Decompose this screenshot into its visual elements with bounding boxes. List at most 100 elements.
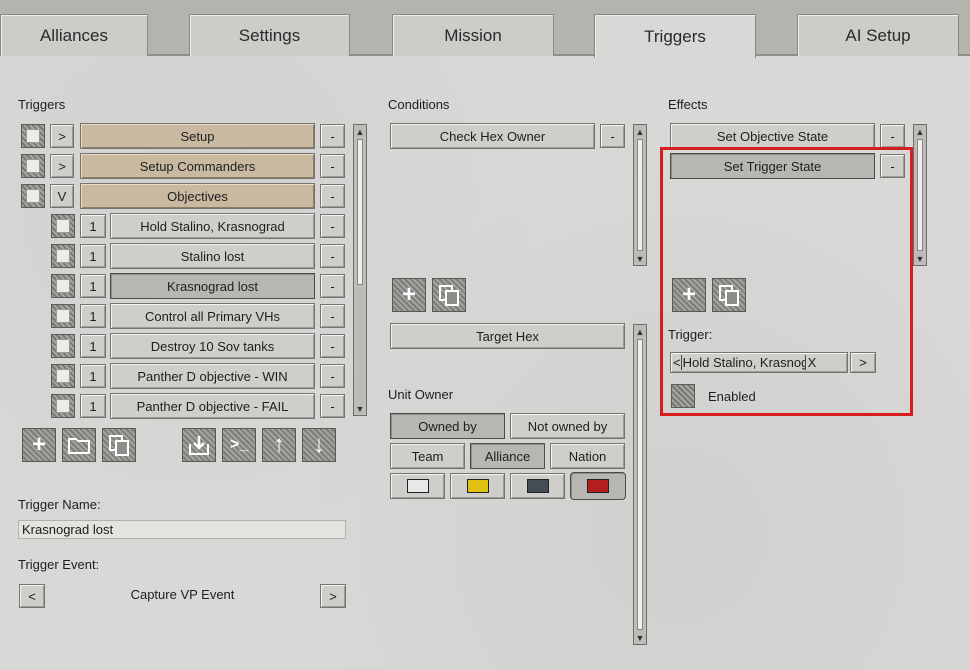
trigger-item[interactable]: Control all Primary VHs	[110, 303, 315, 329]
remove-button[interactable]: -	[320, 394, 345, 418]
remove-button[interactable]: -	[600, 124, 625, 148]
remove-button[interactable]: -	[320, 304, 345, 328]
trigger-event-value: Capture VP Event	[130, 587, 235, 602]
remove-button[interactable]: -	[320, 274, 345, 298]
expander-button[interactable]: V	[50, 184, 74, 208]
trigger-group-objectives[interactable]: Objectives	[80, 183, 315, 209]
trigger-item[interactable]: Stalino lost	[110, 243, 315, 269]
add-icon[interactable]: +	[392, 278, 426, 312]
trigger-item[interactable]: Panther D objective - FAIL	[110, 393, 315, 419]
scroll-down-icon[interactable]: ▼	[634, 252, 646, 265]
trigger-checkbox[interactable]	[51, 274, 75, 298]
properties-scrollbar[interactable]: ▲ ▼	[633, 324, 647, 645]
expander-button[interactable]: >	[50, 124, 74, 148]
scroll-up-icon[interactable]: ▲	[634, 325, 646, 338]
trigger-checkbox[interactable]	[51, 334, 75, 358]
condition-item[interactable]: Check Hex Owner	[390, 123, 595, 149]
scroll-thumb[interactable]	[357, 139, 363, 285]
trigger-item[interactable]: Hold Stalino, Krasnograd	[110, 213, 315, 239]
tab-ai-setup[interactable]: AI Setup	[797, 14, 959, 56]
trigger-group-setup[interactable]: Setup	[80, 123, 315, 149]
trigger-target-value: Hold Stalino, Krasnogra	[680, 355, 805, 370]
move-down-icon[interactable]: ↓	[302, 428, 336, 462]
enabled-label: Enabled	[708, 389, 756, 404]
remove-button[interactable]: -	[320, 244, 345, 268]
expander-button[interactable]: >	[50, 154, 74, 178]
tab-settings[interactable]: Settings	[189, 14, 350, 56]
trigger-item[interactable]: Destroy 10 Sov tanks	[110, 333, 315, 359]
trigger-checkbox[interactable]	[51, 214, 75, 238]
trigger-checkbox[interactable]	[51, 244, 75, 268]
remove-button[interactable]: -	[320, 184, 345, 208]
team-toggle[interactable]: Team	[390, 443, 465, 469]
tab-triggers[interactable]: Triggers	[594, 14, 756, 58]
remove-button[interactable]: -	[320, 364, 345, 388]
trigger-next-button[interactable]: >	[850, 352, 876, 373]
remove-button[interactable]: -	[880, 154, 905, 178]
color-yellow-button[interactable]	[450, 473, 505, 499]
scroll-thumb[interactable]	[637, 339, 643, 630]
trigger-checkbox[interactable]	[51, 304, 75, 328]
tab-mission[interactable]: Mission	[392, 14, 554, 56]
trigger-prev-icon[interactable]: <	[673, 355, 681, 370]
remove-button[interactable]: -	[880, 124, 905, 148]
effects-scrollbar[interactable]: ▲ ▼	[913, 124, 927, 266]
scroll-down-icon[interactable]: ▼	[914, 252, 926, 265]
triggers-scrollbar[interactable]: ▲ ▼	[353, 124, 367, 416]
trigger-name-input[interactable]: Krasnograd lost	[18, 520, 346, 539]
remove-button[interactable]: -	[320, 214, 345, 238]
trigger-checkbox[interactable]	[51, 394, 75, 418]
color-white-button[interactable]	[390, 473, 445, 499]
remove-button[interactable]: -	[320, 124, 345, 148]
trigger-count: 1	[80, 394, 106, 418]
event-prev-button[interactable]: <	[19, 584, 45, 608]
add-icon[interactable]: +	[22, 428, 56, 462]
copy-icon[interactable]	[432, 278, 466, 312]
scroll-down-icon[interactable]: ▼	[354, 402, 366, 415]
copy-icon[interactable]	[712, 278, 746, 312]
enabled-checkbox[interactable]	[671, 384, 695, 408]
scroll-down-icon[interactable]: ▼	[634, 631, 646, 644]
owned-by-toggle[interactable]: Owned by	[390, 413, 505, 439]
conditions-header: Conditions	[388, 97, 450, 112]
effect-item[interactable]: Set Objective State	[670, 123, 875, 149]
color-red-button[interactable]	[570, 472, 626, 500]
color-swatch	[587, 479, 609, 493]
scroll-up-icon[interactable]: ▲	[634, 125, 646, 138]
remove-button[interactable]: -	[320, 154, 345, 178]
trigger-item[interactable]: Panther D objective - WIN	[110, 363, 315, 389]
tab-alliances[interactable]: Alliances	[0, 14, 148, 56]
conditions-scrollbar[interactable]: ▲ ▼	[633, 124, 647, 266]
trigger-target-label: Trigger:	[668, 327, 713, 342]
target-hex-button[interactable]: Target Hex	[390, 323, 625, 349]
console-icon[interactable]: >_	[222, 428, 256, 462]
move-up-icon[interactable]: ↑	[262, 428, 296, 462]
trigger-checkbox[interactable]	[51, 364, 75, 388]
trigger-target-selector[interactable]: < Hold Stalino, Krasnogra X	[670, 352, 848, 373]
effect-item-selected[interactable]: Set Trigger State	[670, 153, 875, 179]
folder-icon[interactable]	[62, 428, 96, 462]
nation-toggle[interactable]: Nation	[550, 443, 625, 469]
copy-icon[interactable]	[102, 428, 136, 462]
scroll-up-icon[interactable]: ▲	[354, 125, 366, 138]
not-owned-by-toggle[interactable]: Not owned by	[510, 413, 625, 439]
trigger-checkbox[interactable]	[21, 124, 45, 148]
scroll-thumb[interactable]	[917, 139, 923, 251]
trigger-checkbox[interactable]	[21, 184, 45, 208]
trigger-group-setup-commanders[interactable]: Setup Commanders	[80, 153, 315, 179]
scroll-thumb[interactable]	[637, 139, 643, 251]
trigger-count: 1	[80, 364, 106, 388]
trigger-count: 1	[80, 304, 106, 328]
import-icon[interactable]	[182, 428, 216, 462]
color-swatch	[526, 479, 549, 493]
trigger-checkbox[interactable]	[21, 154, 45, 178]
event-next-button[interactable]: >	[320, 584, 346, 608]
trigger-item-selected[interactable]: Krasnograd lost	[110, 273, 315, 299]
trigger-clear-icon[interactable]: X	[804, 355, 819, 370]
add-icon[interactable]: +	[672, 278, 706, 312]
scroll-up-icon[interactable]: ▲	[914, 125, 926, 138]
trigger-count: 1	[80, 244, 106, 268]
remove-button[interactable]: -	[320, 334, 345, 358]
alliance-toggle[interactable]: Alliance	[470, 443, 545, 469]
color-gray-button[interactable]	[510, 473, 565, 499]
